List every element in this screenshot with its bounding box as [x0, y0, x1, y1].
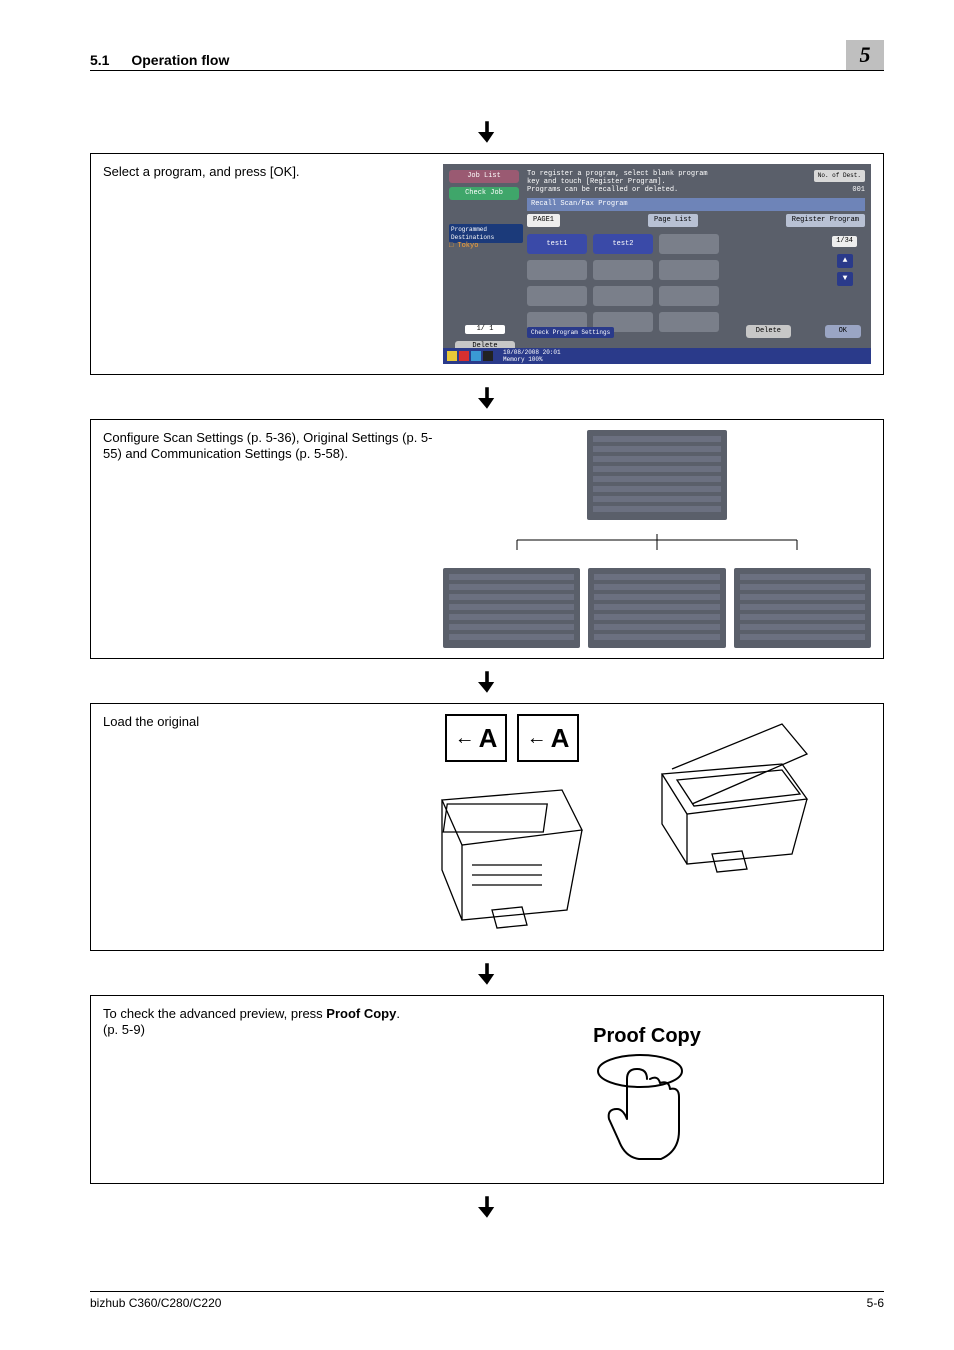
branch-lines-icon: [457, 534, 857, 554]
program-test1[interactable]: test1: [527, 234, 587, 254]
side-page-counter: 1/ 1: [465, 325, 505, 334]
dest-tokyo: □ Tokyo: [449, 242, 478, 251]
down-arrow-button[interactable]: ▼: [837, 272, 853, 286]
step-text: Select a program, and press [OK].: [103, 164, 433, 180]
settings-screen-thumb: [443, 568, 580, 648]
program-slot[interactable]: [527, 286, 587, 306]
step-configure-settings: Configure Scan Settings (p. 5-36), Origi…: [90, 419, 884, 659]
page-footer: bizhub C360/C280/C220 5-6: [90, 1291, 884, 1310]
program-slot[interactable]: [593, 260, 653, 280]
register-program-button[interactable]: Register Program: [786, 214, 865, 227]
no-of-dest-label: No. of Dest.: [814, 170, 865, 182]
program-slot[interactable]: [659, 260, 719, 280]
section-number: 5.1: [90, 52, 109, 68]
timestamp: 10/08/2008 20:01 Memory 100%: [503, 349, 561, 364]
step-proof-copy: To check the advanced preview, press Pro…: [90, 995, 884, 1184]
program-slot[interactable]: [659, 286, 719, 306]
program-slot[interactable]: [527, 260, 587, 280]
step-text: Configure Scan Settings (p. 5-36), Origi…: [103, 430, 433, 463]
program-slot[interactable]: [593, 286, 653, 306]
code-label: 001: [852, 186, 865, 195]
grid-page-counter: 1/34: [832, 236, 857, 247]
chapter-badge: 5: [846, 40, 884, 70]
check-job-button[interactable]: Check Job: [449, 187, 519, 200]
footer-model: bizhub C360/C280/C220: [90, 1296, 221, 1310]
program-test2[interactable]: test2: [593, 234, 653, 254]
settings-screen-thumb: [734, 568, 871, 648]
flow-arrow-icon: [90, 387, 884, 409]
flow-arrow-icon: [90, 671, 884, 693]
step-text: To check the advanced preview, press Pro…: [103, 1006, 413, 1039]
proof-copy-label: Proof Copy: [593, 1024, 701, 1049]
footer-page: 5-6: [867, 1296, 884, 1310]
program-slot[interactable]: [659, 234, 719, 254]
step-select-program: Select a program, and press [OK]. Job Li…: [90, 153, 884, 375]
status-icon: [447, 351, 457, 361]
flow-arrow-icon: [90, 1196, 884, 1218]
status-icon: [483, 351, 493, 361]
mfp-adf-illustration: [412, 770, 612, 940]
ok-button[interactable]: OK: [825, 325, 861, 338]
recall-bar: Recall Scan/Fax Program: [527, 198, 865, 211]
document-orientation-icon: ←A ←A: [445, 714, 579, 762]
job-list-button[interactable]: Job List: [449, 170, 519, 183]
page-header: 5.1 Operation flow 5: [90, 40, 884, 71]
step-load-original: Load the original ←A ←A: [90, 703, 884, 951]
settings-screen-thumb: [587, 430, 727, 520]
program-screen-mock: Job List Check Job Programmed Destinatio…: [443, 164, 871, 364]
step-text: Load the original: [103, 714, 363, 730]
screen-footer: 10/08/2008 20:01 Memory 100%: [443, 348, 871, 364]
proof-copy-press-illustration: [592, 1053, 702, 1173]
check-program-settings-button[interactable]: Check Program Settings: [527, 327, 614, 339]
page1-button[interactable]: PAGE1: [527, 214, 560, 227]
flow-arrow-icon: [90, 121, 884, 143]
page-list-button[interactable]: Page List: [648, 214, 698, 227]
programmed-dest-label: Programmed Destinations: [449, 224, 523, 243]
program-slot[interactable]: [659, 312, 719, 332]
settings-screen-thumb: [588, 568, 725, 648]
up-arrow-button[interactable]: ▲: [837, 254, 853, 268]
status-icon: [459, 351, 469, 361]
flow-arrow-icon: [90, 963, 884, 985]
section-title: Operation flow: [131, 52, 229, 68]
settings-screens-diagram: [443, 430, 871, 648]
delete-button[interactable]: Delete: [746, 325, 791, 338]
program-grid: test1 test2: [527, 234, 719, 332]
mfp-flatbed-illustration: [632, 714, 832, 884]
status-icon: [471, 351, 481, 361]
